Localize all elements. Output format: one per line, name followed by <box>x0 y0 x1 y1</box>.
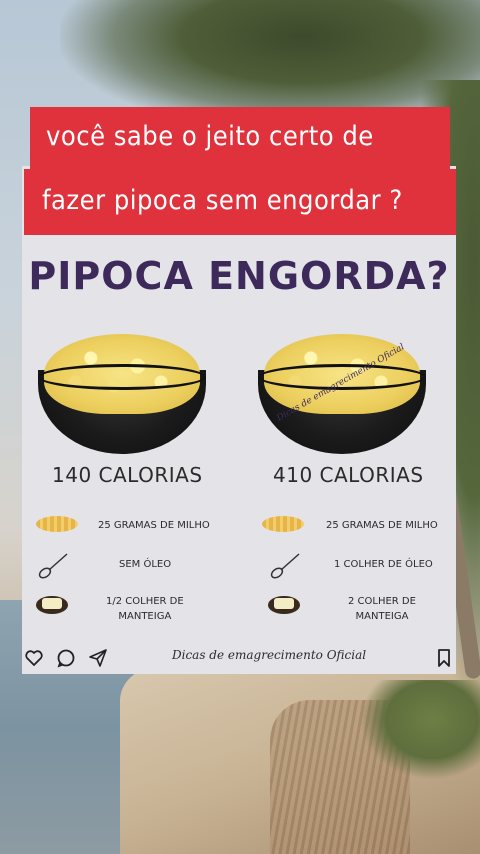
spoon-icon <box>38 553 68 579</box>
right-corn-text: 25 GRAMAS DE MILHO <box>326 520 438 531</box>
calories-left: 140 CALORIAS <box>52 463 203 487</box>
heart-icon[interactable] <box>24 648 44 668</box>
share-icon[interactable] <box>88 648 108 668</box>
left-oil-text: SEM ÓLEO <box>119 559 172 570</box>
corn-icon <box>36 516 78 532</box>
calories-right: 410 CALORIAS <box>273 463 424 487</box>
corn-icon <box>262 516 304 532</box>
right-butter-text: 2 COLHER DE MANTEIGA <box>348 596 416 622</box>
banner-line-2: fazer pipoca sem engordar ? <box>42 185 403 216</box>
comment-icon[interactable] <box>56 648 76 668</box>
left-corn-text: 25 GRAMAS DE MILHO <box>98 520 210 531</box>
butter-icon <box>268 596 300 614</box>
spoon-icon <box>270 553 300 579</box>
bookmark-icon[interactable] <box>434 648 454 668</box>
footer-credit: Dicas de emagrecimento Oficial <box>172 648 367 662</box>
headline: PIPOCA ENGORDA? <box>28 254 450 298</box>
right-oil-text: 1 COLHER DE ÓLEO <box>334 559 433 570</box>
banner-top: você sabe o jeito certo de <box>30 107 450 169</box>
banner-line-1: você sabe o jeito certo de <box>46 121 374 152</box>
butter-icon <box>36 596 68 614</box>
banner-bottom: fazer pipoca sem engordar ? <box>24 169 456 235</box>
popcorn-bowl-left <box>38 334 206 454</box>
grass-patch <box>360 680 480 780</box>
left-butter-text: 1/2 COLHER DE MANTEIGA <box>106 596 184 622</box>
post-footer: Dicas de emagrecimento Oficial <box>22 640 456 674</box>
